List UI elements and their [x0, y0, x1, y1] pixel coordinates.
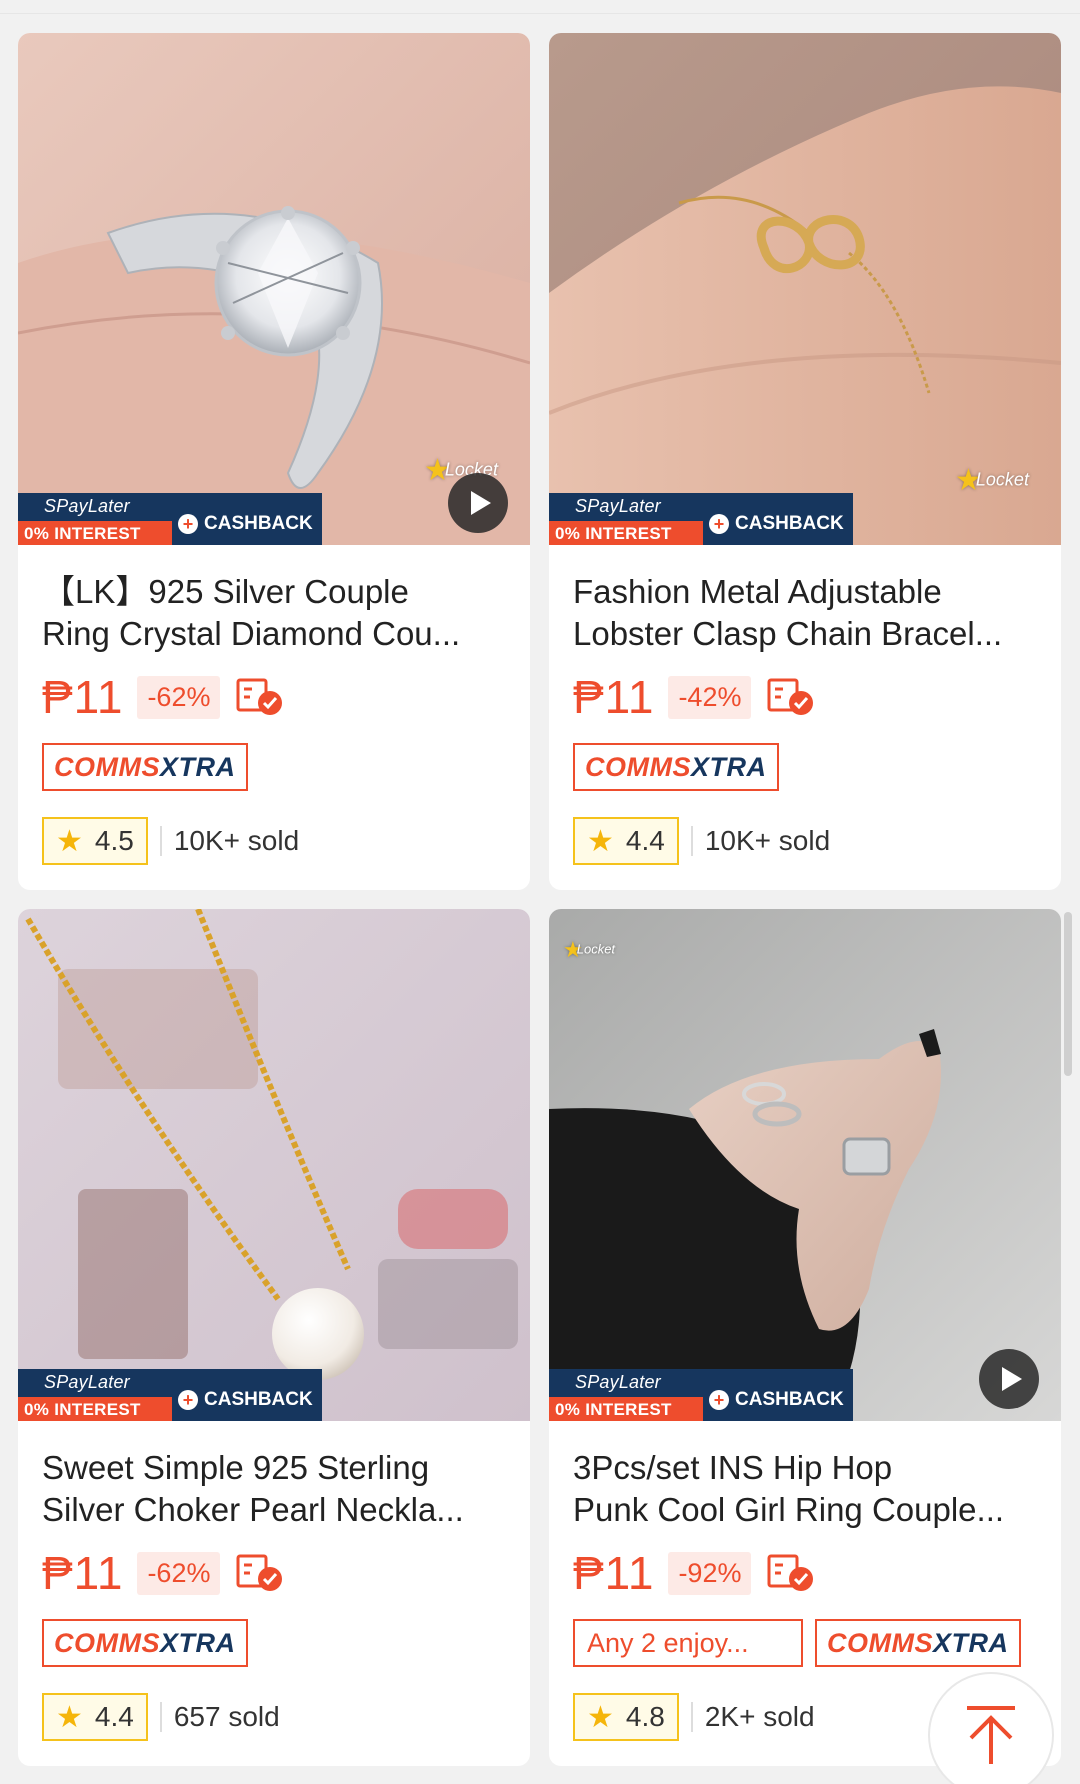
- rating-value: 4.5: [94, 825, 134, 856]
- brand-watermark: ★Locket: [563, 937, 616, 962]
- rating-value: 4.4: [94, 1701, 134, 1732]
- product-title: 3Pcs/set INS Hip Hop Punk Cool Girl Ring…: [573, 1449, 1005, 1528]
- product-price: ₱11: [42, 671, 124, 723]
- star-icon: ★: [587, 824, 614, 858]
- scrollbar[interactable]: [1064, 912, 1072, 1076]
- interest-label: 0% INTEREST: [549, 1397, 703, 1421]
- arrow-up-icon: [967, 1706, 1015, 1764]
- spaylater-badge: SPayLater 0% INTEREST: [18, 493, 172, 545]
- star-icon: ★: [587, 1700, 614, 1734]
- promo-banner: SPayLater 0% INTEREST + CASHBACK: [18, 493, 322, 545]
- spaylater-badge: SPayLater 0% INTEREST: [18, 1369, 172, 1421]
- spaylater-label: SPayLater: [18, 493, 172, 521]
- plus-icon: +: [178, 514, 198, 534]
- spaylater-label: SPayLater: [18, 1369, 172, 1397]
- product-card[interactable]: ★Locket SPayLater 0% INTEREST + CASHBACK…: [549, 33, 1061, 890]
- promo-banner: SPayLater 0% INTEREST + CASHBACK: [18, 1369, 322, 1421]
- rating-badge: ★ 4.4: [573, 817, 679, 865]
- product-card[interactable]: SPayLater 0% INTEREST + CASHBACK Sweet S…: [18, 909, 530, 1766]
- product-price: ₱11: [573, 671, 655, 723]
- rating-badge: ★ 4.5: [42, 817, 148, 865]
- interest-label: 0% INTEREST: [18, 1397, 172, 1421]
- star-icon: ★: [56, 1700, 83, 1734]
- product-grid: ★Locket SPayLater 0% INTEREST + CASHBACK…: [18, 33, 1062, 1766]
- product-image: ★Locket SPayLater 0% INTEREST + CASHBACK: [549, 33, 1061, 545]
- cashback-badge: + CASHBACK: [172, 1369, 322, 1421]
- plus-icon: +: [709, 514, 729, 534]
- cashback-badge: + CASHBACK: [703, 1369, 853, 1421]
- cashback-label: CASHBACK: [204, 1389, 313, 1410]
- divider: [690, 826, 693, 856]
- commsxtra-tag: COMMS XTRA: [42, 743, 248, 791]
- product-card[interactable]: ★Locket SPayLater 0% INTEREST + CASHBACK…: [549, 909, 1061, 1766]
- cod-check-icon: [767, 1554, 814, 1591]
- sold-count: 10K+ sold: [173, 825, 300, 856]
- promo-banner: SPayLater 0% INTEREST + CASHBACK: [549, 1369, 853, 1421]
- sold-count: 2K+ sold: [704, 1701, 815, 1732]
- discount-badge: -92%: [668, 1551, 752, 1595]
- product-title: 【LK】925 Silver Couple Ring Crystal Diamo…: [42, 573, 461, 652]
- commsxtra-tag: COMMS XTRA: [42, 1619, 248, 1667]
- product-price: ₱11: [573, 1547, 655, 1599]
- product-image: ★Locket SPayLater 0% INTEREST + CASHBACK: [18, 33, 530, 545]
- interest-label: 0% INTEREST: [18, 521, 172, 545]
- spaylater-badge: SPayLater 0% INTEREST: [549, 493, 703, 545]
- play-icon[interactable]: [448, 473, 508, 533]
- cashback-label: CASHBACK: [735, 1389, 844, 1410]
- star-icon: ★: [56, 824, 83, 858]
- rating-value: 4.4: [625, 825, 665, 856]
- commsxtra-tag: COMMS XTRA: [815, 1619, 1021, 1667]
- divider: [159, 826, 162, 856]
- cashback-label: CASHBACK: [204, 513, 313, 534]
- divider: [690, 1702, 693, 1732]
- discount-badge: -62%: [137, 675, 221, 719]
- product-title: Sweet Simple 925 Sterling Silver Choker …: [42, 1449, 464, 1528]
- commsxtra-tag: COMMS XTRA: [573, 743, 779, 791]
- discount-badge: -42%: [668, 675, 752, 719]
- promo-banner: SPayLater 0% INTEREST + CASHBACK: [549, 493, 853, 545]
- cashback-badge: + CASHBACK: [703, 493, 853, 545]
- discount-badge: -62%: [137, 1551, 221, 1595]
- product-image: ★Locket SPayLater 0% INTEREST + CASHBACK: [549, 909, 1061, 1421]
- cashback-badge: + CASHBACK: [172, 493, 322, 545]
- bundle-deal-tag: Any 2 enjoy...: [573, 1619, 803, 1667]
- top-divider: [0, 0, 1080, 14]
- sold-count: 657 sold: [173, 1701, 280, 1732]
- divider: [159, 1702, 162, 1732]
- interest-label: 0% INTEREST: [549, 521, 703, 545]
- cod-check-icon: [767, 678, 814, 715]
- rating-badge: ★ 4.8: [573, 1693, 679, 1741]
- plus-icon: +: [178, 1390, 198, 1410]
- product-price: ₱11: [42, 1547, 124, 1599]
- brand-watermark: ★Locket: [955, 464, 1029, 497]
- rating-value: 4.8: [625, 1701, 665, 1732]
- product-card[interactable]: ★Locket SPayLater 0% INTEREST + CASHBACK…: [18, 33, 530, 890]
- product-image: SPayLater 0% INTEREST + CASHBACK: [18, 909, 530, 1421]
- spaylater-label: SPayLater: [549, 493, 703, 521]
- cod-check-icon: [236, 678, 283, 715]
- product-title: Fashion Metal Adjustable Lobster Clasp C…: [573, 573, 1003, 652]
- cod-check-icon: [236, 1554, 283, 1591]
- rating-badge: ★ 4.4: [42, 1693, 148, 1741]
- play-icon[interactable]: [979, 1349, 1039, 1409]
- plus-icon: +: [709, 1390, 729, 1410]
- spaylater-label: SPayLater: [549, 1369, 703, 1397]
- cashback-label: CASHBACK: [735, 513, 844, 534]
- spaylater-badge: SPayLater 0% INTEREST: [549, 1369, 703, 1421]
- sold-count: 10K+ sold: [704, 825, 831, 856]
